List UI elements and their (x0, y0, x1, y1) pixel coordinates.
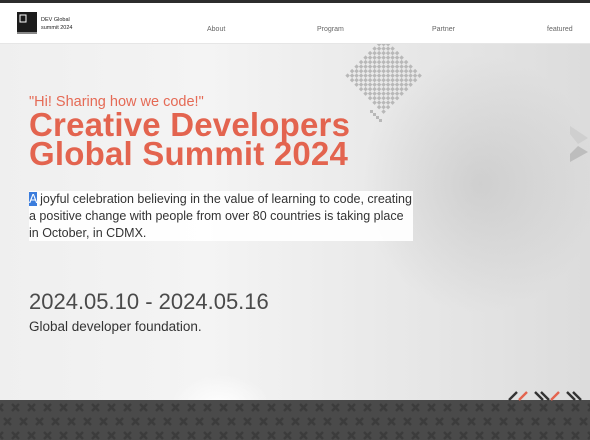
hero-background-glow (170, 374, 270, 400)
organizer-text: Global developer foundation. (29, 319, 202, 334)
hero-description-text: joyful celebration believing in the valu… (29, 192, 412, 240)
logo-mark-icon (17, 12, 37, 34)
site-logo[interactable]: DEV Global summit 2024 (17, 12, 87, 38)
logo-text-line2: summit 2024 (41, 25, 73, 31)
nav-about[interactable]: About (207, 26, 225, 33)
chevron-right-icon[interactable] (568, 124, 590, 164)
nav-partner[interactable]: Partner (432, 26, 455, 33)
nav-program[interactable]: Program (317, 26, 344, 33)
selected-text: A (29, 192, 37, 206)
event-dates: 2024.05.10 - 2024.05.16 (29, 289, 269, 314)
hero-title-line2: Global Summit 2024 (29, 135, 349, 172)
logo-text: DEV Global summit 2024 (41, 16, 73, 32)
hero-section: "Hi! Sharing how we code!" Creative Deve… (0, 44, 590, 400)
site-header: DEV Global summit 2024 About Program Par… (0, 3, 590, 44)
logo-text-line1: DEV Global (41, 17, 70, 23)
x-marks-decoration (508, 391, 582, 401)
footer-band (0, 400, 590, 440)
footer-x-pattern (0, 403, 590, 440)
hero-description: A joyful celebration believing in the va… (29, 191, 413, 241)
nav-featured[interactable]: featured (547, 26, 573, 33)
